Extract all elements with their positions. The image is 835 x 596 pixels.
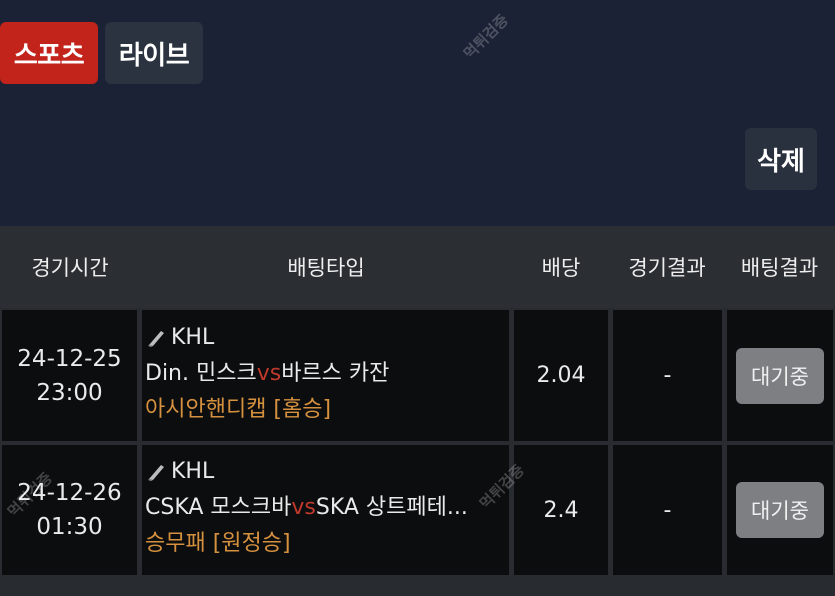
bet-result-cell: 대기중: [727, 310, 833, 441]
home-team: Din. 민스크: [145, 361, 257, 386]
game-result-value: -: [663, 497, 672, 523]
away-team: SKA 상트페테...: [315, 495, 468, 520]
table-row-1-time-cell: 24-12-25 23:00: [2, 310, 137, 441]
bet-type-label: 아시안핸디캡 [홈승]: [145, 397, 332, 422]
pending-status-button[interactable]: 대기중: [736, 482, 824, 538]
header-game-result: 경기결과: [628, 256, 706, 280]
bet-history-page: 스포츠 라이브 먹튀검증 삭제 경기시간 배팅타입 배당 경기결과 배팅결과 2…: [0, 0, 835, 596]
league-name: KHL: [171, 459, 215, 484]
game-time: 24-12-25 23:00: [17, 342, 121, 410]
bet-type-label: 승무패 [원정승]: [145, 531, 291, 556]
bet-history-table: 경기시간 배팅타입 배당 경기결과 배팅결과 24-12-25 23:00 KH…: [0, 226, 835, 596]
table-header: 경기시간 배팅타입 배당 경기결과 배팅결과: [0, 226, 835, 308]
odds-cell: 2.04: [514, 310, 608, 441]
league-line: KHL: [145, 454, 214, 490]
league-line: KHL: [145, 320, 214, 356]
vs-label: vs: [256, 361, 282, 386]
hockey-stick-icon: [148, 331, 164, 347]
delete-button[interactable]: 삭제: [745, 128, 817, 190]
away-team: 바르스 카잔: [281, 361, 390, 386]
match-teams: CSKA 모스크바vsSKA 상트페테...: [145, 490, 468, 526]
table-row-1-bet-cell: KHL Din. 민스크vs바르스 카잔 아시안핸디캡 [홈승]: [142, 310, 509, 441]
header-game-time: 경기시간: [31, 256, 109, 280]
odds-cell: 2.4: [514, 445, 608, 575]
header-bet-result: 배팅결과: [740, 256, 819, 280]
odds-value: 2.04: [536, 363, 586, 388]
game-result-value: -: [663, 363, 672, 388]
pending-status-button[interactable]: 대기중: [736, 347, 824, 404]
tab-sports[interactable]: 스포츠: [0, 22, 98, 84]
header-bet-type: 배팅타입: [287, 256, 365, 280]
table-row-2-bet-cell: KHL CSKA 모스크바vsSKA 상트페테... 승무패 [원정승]: [142, 445, 509, 575]
game-result-cell: -: [613, 310, 722, 441]
hockey-stick-icon: [148, 465, 164, 481]
header-odds: 배당: [541, 256, 581, 280]
game-date: 24-12-25: [17, 345, 122, 372]
home-team: CSKA 모스크바: [145, 495, 292, 520]
game-result-cell: -: [613, 445, 722, 575]
vs-label: vs: [291, 495, 316, 520]
game-clock: 01:30: [36, 514, 103, 540]
league-name: KHL: [171, 325, 215, 350]
odds-value: 2.4: [543, 497, 579, 523]
tab-live[interactable]: 라이브: [105, 22, 203, 84]
match-teams: Din. 민스크vs바르스 카잔: [145, 356, 389, 392]
game-clock: 23:00: [36, 379, 103, 406]
bet-result-cell: 대기중: [727, 445, 833, 575]
watermark-text: 먹튀검증: [460, 10, 512, 63]
